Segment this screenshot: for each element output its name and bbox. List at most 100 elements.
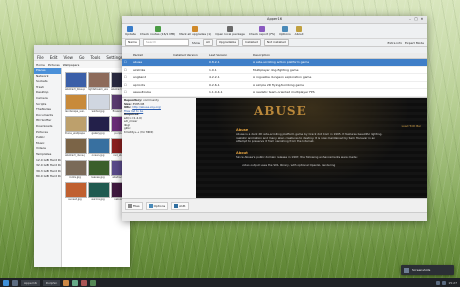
row-installed — [171, 74, 207, 81]
row-checkbox[interactable]: ☐ — [122, 74, 131, 81]
filter-all-button[interactable]: All — [202, 39, 213, 46]
package-screenshot[interactable]: ABUSE Abuse Abuse is a dark 2D side-scro… — [196, 98, 427, 199]
tab-aur[interactable]: AUR — [171, 202, 189, 210]
tab-options[interactable]: Options — [145, 202, 169, 210]
thumbnail-caption: aurora.jpg — [91, 198, 105, 201]
fm-menu-item[interactable]: View — [63, 55, 73, 60]
breadcrumb-item[interactable]: Home — [36, 63, 45, 67]
toolbar-button[interactable]: Options — [279, 25, 291, 37]
pm-statusbar — [122, 212, 427, 221]
table-row[interactable]: ☐ abuse 0.8.2-1 A side-scrolling action pla… — [122, 59, 427, 67]
file-thumbnail[interactable]: ocean.jpg — [88, 138, 110, 157]
minimize-icon[interactable]: – — [408, 17, 412, 21]
terminal-icon[interactable] — [72, 279, 79, 286]
table-row[interactable]: ☐ assaultcube 1.1.0.4-1 A realistic team-or… — [122, 89, 427, 97]
fm-titlebar[interactable] — [34, 45, 130, 54]
filter-not-installed-button[interactable]: Not installed — [263, 39, 289, 46]
abuse-side-link[interactable]: Load Tr.ID Bar — [402, 124, 421, 128]
table-row[interactable]: ☐ apricots 0.2.6-1 A simple 2D flying/bombi… — [122, 82, 427, 89]
table-row[interactable]: ☐ airstrike 1.0.1 Multiplayer dog-fighting … — [122, 67, 427, 74]
fm-menu-item[interactable]: File — [37, 55, 44, 60]
thumbnail-caption: lightstream_wallpaper.jpg — [88, 88, 108, 91]
toolbar-button[interactable]: Update — [125, 25, 136, 37]
filter-installed-button[interactable]: Installed — [242, 39, 261, 46]
filter-upgradable-button[interactable]: Upgradable — [215, 39, 240, 46]
close-icon[interactable]: ✕ — [420, 17, 424, 21]
thumbnail-caption: Dune_wallpaper.jpg — [65, 132, 85, 135]
maximize-icon[interactable]: □ — [414, 17, 418, 21]
sidebar-item[interactable]: 32.0 GiB Hard Drive — [34, 163, 61, 169]
col-last-version[interactable]: Last Version — [207, 53, 251, 58]
row-packet: airstrike — [133, 67, 146, 72]
row-checkbox[interactable]: ☐ — [122, 67, 131, 74]
extra-info-checkbox[interactable]: Extra info — [388, 41, 403, 45]
task-dolphin[interactable]: Dolphin — [42, 279, 61, 286]
row-checkbox[interactable]: ☐ — [122, 82, 131, 89]
file-thumbnail[interactable]: aurora.jpg — [88, 182, 110, 201]
toolbar-button[interactable]: Check report (FS) — [248, 25, 276, 37]
app-launcher-icon[interactable] — [3, 279, 9, 286]
row-last-version: 4.2.2-1 — [209, 75, 220, 79]
row-installed — [171, 82, 207, 89]
toolbar-icon — [154, 25, 161, 32]
screenshots-popup[interactable]: Screenshots — [401, 265, 454, 275]
col-check[interactable] — [122, 53, 131, 58]
row-description: Multiplayer dog-fighting game — [253, 67, 299, 72]
table-row[interactable]: ☐ angband 4.2.2-1 A roguelike dungeon explo… — [122, 74, 427, 82]
toolbar-label: Check report (FS) — [248, 31, 276, 36]
row-description: A simple 2D flying/bombing game — [253, 82, 305, 87]
volume-icon[interactable] — [442, 280, 447, 285]
col-packet[interactable]: Packet — [131, 53, 171, 58]
breadcrumb-item[interactable]: Pictures — [48, 63, 60, 67]
tab-files-label: Files — [133, 204, 140, 208]
chat-icon[interactable] — [90, 279, 97, 286]
file-thumbnail[interactable]: leaves.jpg — [88, 160, 110, 179]
sidebar-item[interactable]: 80.0 GiB Hard Drive — [34, 174, 61, 180]
toolbar-button[interactable]: About — [295, 25, 304, 37]
thumbnail-image — [65, 160, 87, 176]
fm-menu-item[interactable]: Edit — [50, 55, 58, 60]
pager-icon[interactable] — [12, 279, 18, 286]
toolbar-button[interactable]: Check routes (16/1 MB) — [140, 25, 175, 37]
music-icon[interactable] — [81, 279, 88, 286]
optional-dependency[interactable]: timidity++ (for MIDI) — [124, 130, 197, 135]
row-checkbox[interactable]: ☐ — [122, 89, 131, 96]
row-last-version: 1.1.0.4-1 — [209, 90, 223, 94]
col-installed[interactable]: Installed Version — [171, 53, 207, 58]
row-checkbox[interactable]: ☐ — [122, 59, 131, 66]
toolbar-icon — [192, 25, 199, 32]
toolbar-button[interactable]: Mark all upgrades (1) — [179, 25, 211, 37]
screenshot-background — [196, 98, 427, 199]
toolbar-label: Options — [279, 31, 291, 36]
file-thumbnail[interactable]: Dune_wallpaper.jpg — [65, 116, 87, 135]
file-thumbnail[interactable]: sunset.jpg — [65, 182, 87, 201]
tab-files[interactable]: Files — [125, 202, 143, 210]
file-thumbnail[interactable]: abstract_blue.png — [65, 72, 87, 91]
aur-icon — [174, 204, 179, 208]
toolbar-icon — [227, 25, 234, 32]
row-packet: abuse — [133, 60, 143, 64]
pm-titlebar[interactable]: Apper16 – □ ✕ — [122, 16, 427, 24]
toolbar-label: Update — [125, 31, 136, 36]
task-apper[interactable]: Apper16 — [21, 279, 40, 286]
camera-icon — [404, 267, 409, 273]
file-thumbnail[interactable]: winter.jpg — [88, 94, 110, 113]
clock[interactable]: 15:27 — [448, 281, 457, 285]
file-thumbnail[interactable]: landscape_sun.jpg — [65, 94, 87, 113]
col-description[interactable]: Description — [251, 53, 427, 58]
expert-mode-checkbox[interactable]: Expert Mode — [405, 41, 424, 45]
fm-menu-item[interactable]: Tools — [91, 55, 101, 60]
firefox-icon[interactable] — [63, 279, 70, 286]
search-field-combo[interactable]: Name — [125, 39, 140, 46]
fm-menu-item[interactable]: Settings — [106, 55, 122, 60]
network-icon[interactable] — [436, 280, 441, 285]
search-input[interactable]: Search — [142, 39, 189, 46]
file-thumbnail[interactable]: rocks.jpg — [65, 160, 87, 179]
file-thumbnail[interactable]: abstract_dune.jpg — [65, 138, 87, 157]
file-thumbnail[interactable]: galaxy.jpg — [88, 116, 110, 135]
package-details: Repository: community Size: 3585 KB URL:… — [122, 98, 427, 213]
toolbar-button[interactable]: Open local package — [215, 25, 245, 37]
file-thumbnail[interactable]: lightstream_wallpaper.jpg — [88, 72, 110, 91]
fm-menu-item[interactable]: Go — [79, 55, 85, 60]
breadcrumb-item[interactable]: Wallpapers — [63, 63, 80, 67]
